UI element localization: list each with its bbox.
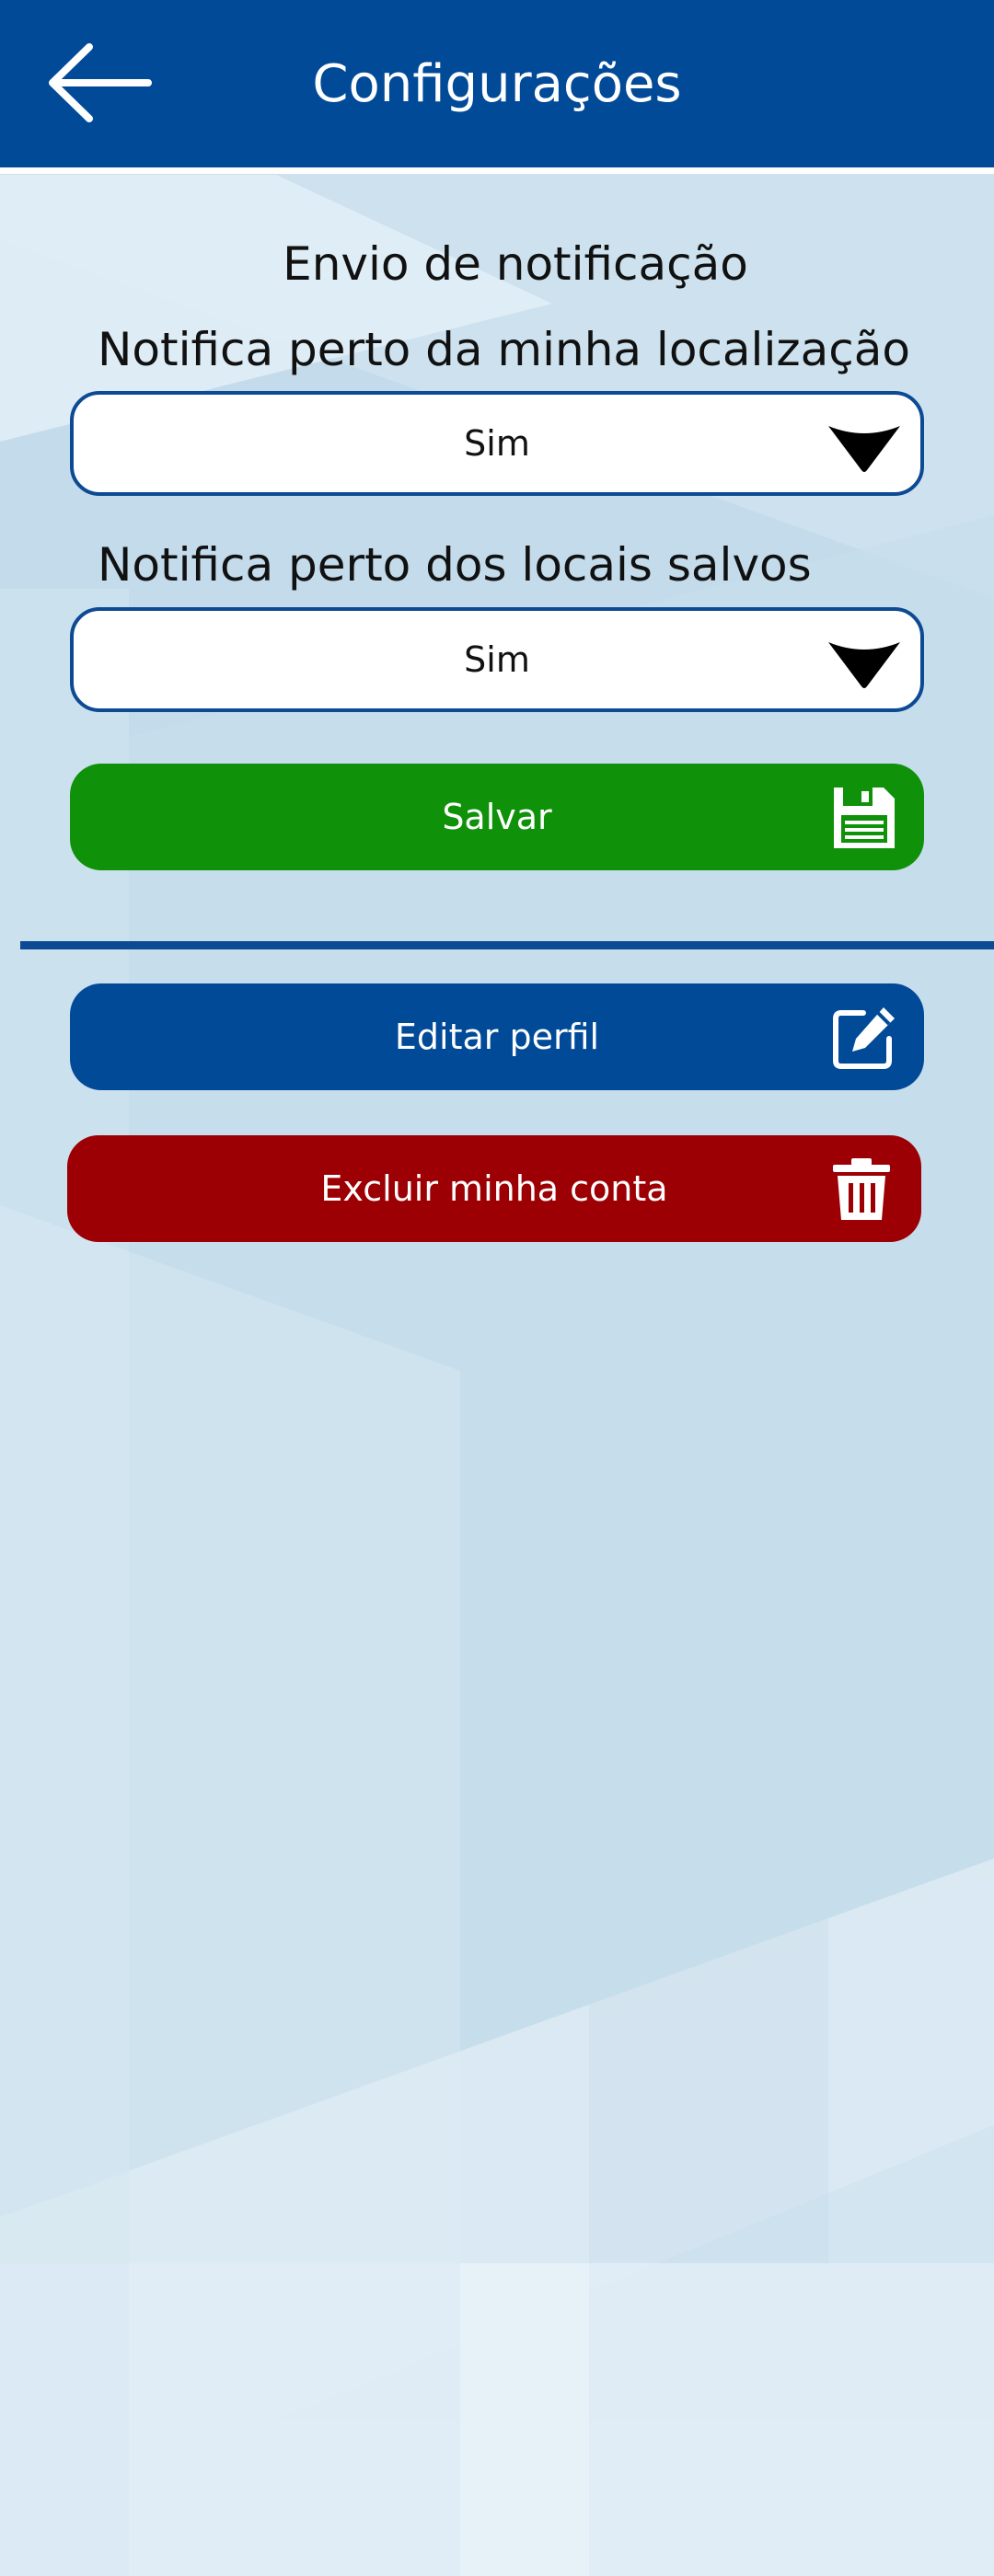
delete-account-label: Excluir minha conta	[320, 1168, 668, 1209]
edit-profile-button[interactable]: Editar perfil	[70, 983, 924, 1090]
near-saved-places-value: Sim	[464, 639, 530, 680]
back-button[interactable]	[40, 37, 160, 129]
floppy-disk-icon	[834, 788, 895, 848]
near-location-select[interactable]: Sim	[70, 391, 924, 496]
edit-icon	[833, 1007, 895, 1069]
section-divider	[20, 941, 994, 949]
notification-section-title: Envio de notificação	[283, 237, 748, 291]
settings-content: Envio de notificação Notifica perto da m…	[0, 0, 994, 2576]
trash-icon	[833, 1158, 890, 1220]
arrow-left-icon	[49, 43, 152, 122]
save-button[interactable]: Salvar	[70, 764, 924, 870]
chevron-down-icon	[828, 426, 900, 472]
chevron-down-icon	[828, 642, 900, 688]
save-button-label: Salvar	[442, 797, 552, 837]
header-divider	[0, 167, 994, 174]
edit-profile-label: Editar perfil	[394, 1017, 600, 1057]
near-location-label: Notifica perto da minha localização	[98, 323, 910, 376]
delete-account-button[interactable]: Excluir minha conta	[67, 1135, 921, 1242]
app-header: Configurações	[0, 0, 994, 167]
near-saved-places-label: Notifica perto dos locais salvos	[98, 538, 812, 592]
near-location-value: Sim	[464, 423, 530, 464]
near-saved-places-select[interactable]: Sim	[70, 607, 924, 712]
